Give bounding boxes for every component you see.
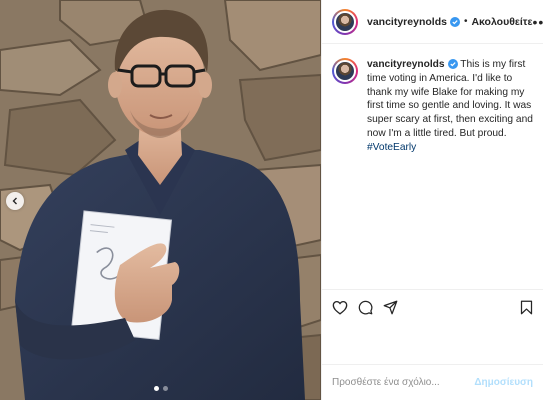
heart-icon <box>332 300 348 315</box>
carousel-dot-active <box>153 386 159 391</box>
post-caption: vancityreynolds This is my first time vo… <box>367 58 533 155</box>
post-actions <box>322 289 543 324</box>
post-sidebar: vancityreynolds • Ακολουθείτε ••• vancit… <box>321 0 543 400</box>
like-button[interactable] <box>332 300 348 315</box>
comment-button[interactable] <box>358 300 373 315</box>
caption-username[interactable]: vancityreynolds <box>367 59 445 70</box>
photo-illustration <box>0 0 321 400</box>
bookmark-icon <box>520 300 533 314</box>
comment-icon <box>358 300 373 314</box>
verified-badge-icon <box>449 16 460 27</box>
verified-badge-icon <box>447 59 458 69</box>
share-icon <box>383 300 398 314</box>
chevron-left-icon <box>12 197 17 205</box>
share-button[interactable] <box>383 300 398 315</box>
post-header: vancityreynolds • Ακολουθείτε ••• <box>322 0 543 44</box>
author-username[interactable]: vancityreynolds <box>367 16 447 28</box>
carousel-indicator <box>0 386 321 391</box>
instagram-post: vancityreynolds • Ακολουθείτε ••• vancit… <box>0 0 543 400</box>
carousel-dot <box>162 386 168 391</box>
add-comment-bar: Δημοσίευση <box>322 364 543 400</box>
caption-text: This is my first time voting in America.… <box>367 59 533 139</box>
more-options-button[interactable]: ••• <box>532 15 543 29</box>
author-avatar[interactable] <box>332 8 358 35</box>
caption-avatar[interactable] <box>332 58 358 84</box>
following-button[interactable]: Ακολουθείτε <box>471 16 532 28</box>
post-comment-button[interactable]: Δημοσίευση <box>474 377 533 388</box>
header-separator: • <box>463 16 468 27</box>
save-button[interactable] <box>520 300 533 315</box>
post-photo[interactable] <box>0 0 321 400</box>
hashtag-link[interactable]: #VoteEarly <box>367 142 416 153</box>
caption-block: vancityreynolds This is my first time vo… <box>322 44 543 155</box>
caption-avatar-image <box>334 60 356 82</box>
author-avatar-image <box>334 10 356 33</box>
comment-input[interactable] <box>332 377 475 388</box>
carousel-prev-button[interactable] <box>6 192 24 210</box>
